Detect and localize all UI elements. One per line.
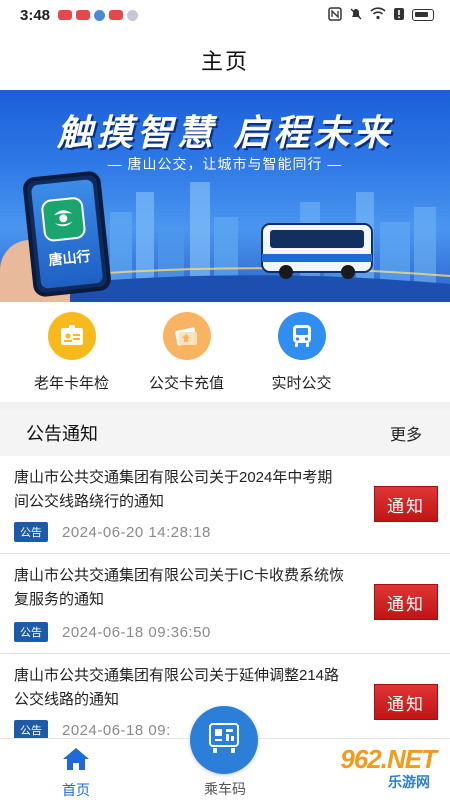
tab-label: 首页 [62, 782, 90, 798]
news-title: 唐山市公共交通集团有限公司关于2024年中考期间公交线路绕行的通知 [14, 469, 333, 510]
notification-icon [94, 9, 106, 21]
news-date: 2024-06-18 09:36:50 [62, 623, 211, 641]
notice-badge: 通知 [374, 684, 438, 720]
announcements-header: 公告通知 更多 [0, 410, 450, 456]
list-item[interactable]: 唐山市公共交通集团有限公司关于2024年中考期间公交线路绕行的通知 公告 202… [0, 456, 450, 554]
status-time: 3:48 [20, 6, 51, 24]
home-icon [62, 747, 90, 776]
bus-image [261, 223, 373, 279]
news-tag: 公告 [14, 622, 48, 642]
banner-subslogan: — 唐山公交，让城市与智能同行 — [107, 156, 343, 172]
qr-code-icon [207, 721, 241, 760]
id-card-icon [47, 312, 96, 360]
tab-ride-code[interactable]: 乘车码 [185, 775, 265, 799]
news-meta: 公告 2024-06-18 09: [14, 720, 171, 740]
nfc-icon [328, 6, 342, 24]
section-title: 公告通知 [26, 424, 98, 444]
card-recharge-icon [162, 312, 211, 360]
notification-icon [58, 10, 73, 20]
quick-action-label: 公交卡充值 [148, 375, 224, 392]
more-link[interactable]: 更多 [390, 421, 422, 445]
wifi-icon [370, 7, 386, 23]
watermark-sub: 乐游网 [388, 774, 430, 790]
notification-icon [109, 10, 124, 20]
list-item[interactable]: 唐山市公共交通集团有限公司关于IC卡收费系统恢复服务的通知 公告 2024-06… [0, 554, 450, 654]
tab-home[interactable]: 首页 [36, 747, 116, 800]
app-logo-icon [40, 196, 87, 243]
news-tag: 公告 [14, 522, 48, 542]
tab-label: 乘车码 [204, 781, 246, 797]
title-bar: 主页 [0, 30, 450, 90]
banner-slogan: 触摸智慧 启程未来 [56, 112, 394, 154]
battery-icon [412, 9, 434, 21]
quick-action-card-recharge[interactable]: 公交卡充值 [129, 302, 244, 402]
quick-action-label: 老年卡年检 [33, 375, 109, 392]
watermark-brand: 962.NET [340, 744, 437, 774]
alert-icon [393, 7, 405, 24]
status-icons [328, 6, 434, 24]
promo-banner[interactable]: 触摸智慧 启程未来 — 唐山公交，让城市与智能同行 — 唐山行 [0, 90, 450, 302]
quick-actions: 老年卡年检 公交卡充值 实时公交 [0, 302, 450, 402]
news-title: 唐山市公共交通集团有限公司关于IC卡收费系统恢复服务的通知 [14, 567, 345, 608]
site-watermark-logo: 962.NET 乐游网 [324, 742, 444, 792]
ride-code-button[interactable] [190, 706, 258, 774]
notification-icon [127, 9, 139, 21]
news-meta: 公告 2024-06-18 09:36:50 [14, 622, 211, 642]
quick-action-label: 实时公交 [271, 375, 332, 392]
notice-badge: 通知 [374, 486, 438, 522]
news-date: 2024-06-18 09: [62, 721, 171, 739]
phone-image: 唐山行 [21, 170, 113, 298]
news-meta: 公告 2024-06-20 14:28:18 [14, 522, 211, 542]
news-title: 唐山市公共交通集团有限公司关于延伸调整214路公交线路的通知 [14, 667, 340, 708]
notification-icon [76, 10, 91, 20]
quick-action-realtime-bus[interactable]: 实时公交 [244, 302, 359, 402]
news-date: 2024-06-20 14:28:18 [62, 523, 211, 541]
page-title: 主页 [200, 49, 249, 74]
notice-badge: 通知 [374, 584, 438, 620]
bus-icon [277, 312, 326, 360]
section-divider [0, 402, 450, 410]
quick-action-senior-card[interactable]: 老年卡年检 [14, 302, 129, 402]
news-tag: 公告 [14, 720, 48, 740]
status-bar: 3:48 [0, 0, 450, 30]
mute-icon [349, 7, 363, 24]
